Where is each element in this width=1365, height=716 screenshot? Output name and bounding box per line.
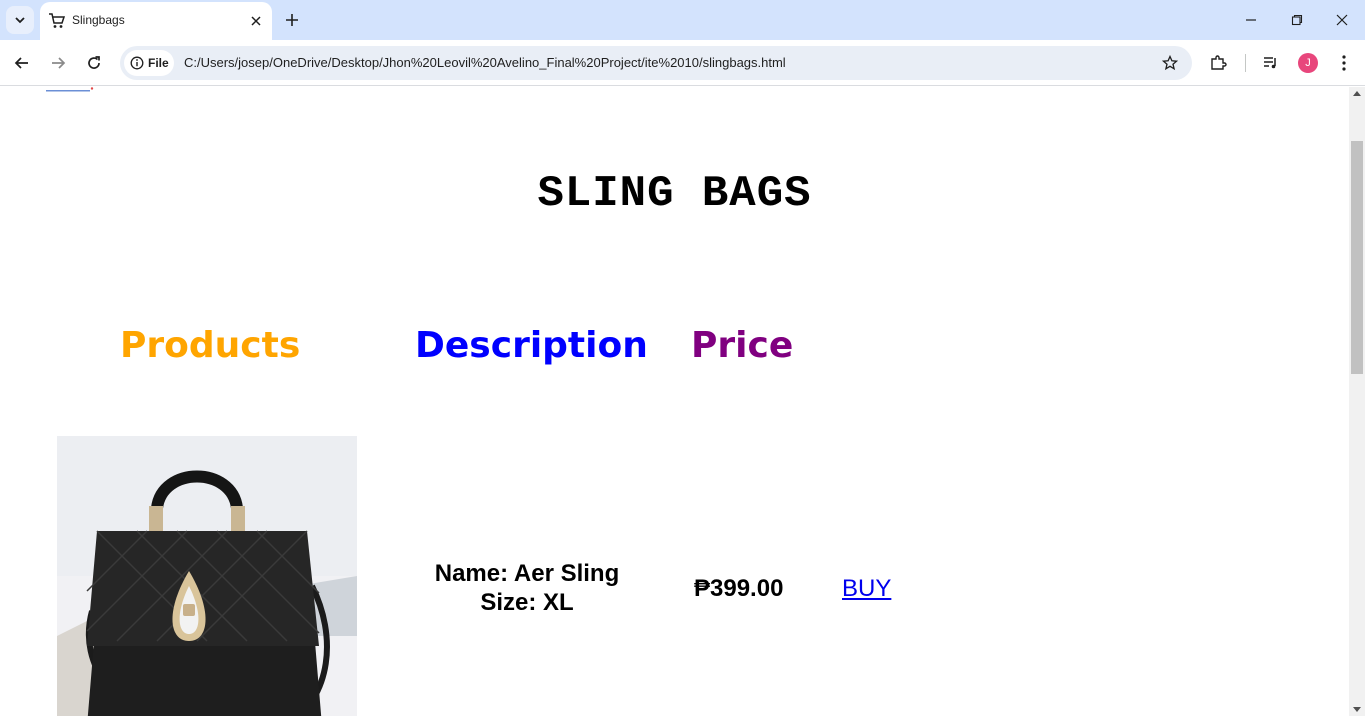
close-icon <box>1336 14 1348 26</box>
arrow-right-icon <box>52 57 66 69</box>
new-tab-button[interactable] <box>280 8 304 32</box>
page-viewport: SLING BAGS Products Description Price Na… <box>0 87 1349 716</box>
tab-search-button[interactable] <box>6 6 34 34</box>
playlist-icon <box>1264 57 1276 69</box>
profile-avatar[interactable]: J <box>1298 53 1318 73</box>
logo-fragment <box>46 87 96 95</box>
description-header: Description <box>415 325 648 366</box>
site-info-chip[interactable]: File <box>124 50 174 76</box>
scrollbar-thumb[interactable] <box>1351 141 1363 374</box>
tab-strip: Slingbags <box>0 0 1365 40</box>
forward-button[interactable] <box>43 48 73 78</box>
close-window-button[interactable] <box>1319 0 1365 40</box>
url-text[interactable]: C:/Users/josep/OneDrive/Desktop/Jhon%20L… <box>184 55 786 70</box>
price-header: Price <box>691 325 794 366</box>
arrow-left-icon <box>14 57 28 69</box>
address-bar[interactable]: File C:/Users/josep/OneDrive/Desktop/Jho… <box>120 46 1192 80</box>
tab-title: Slingbags <box>72 13 125 27</box>
minimize-button[interactable] <box>1228 0 1274 40</box>
scroll-down-arrow-icon[interactable] <box>1353 707 1361 712</box>
toolbar-divider <box>1245 54 1246 72</box>
vertical-scrollbar[interactable] <box>1349 87 1365 716</box>
reload-icon <box>88 56 100 69</box>
products-header: Products <box>120 325 301 366</box>
chip-label: File <box>148 56 169 70</box>
bookmark-button[interactable] <box>1160 53 1180 73</box>
star-icon <box>1162 55 1178 71</box>
product-description: Name: Aer Sling Size: XL <box>400 559 654 617</box>
restore-button[interactable] <box>1274 0 1320 40</box>
minimize-icon <box>1246 19 1256 21</box>
product-price: ₱399.00 <box>694 575 784 602</box>
sling-bag-illustration <box>57 436 357 716</box>
menu-button[interactable] <box>1331 50 1357 76</box>
puzzle-icon <box>1211 55 1227 70</box>
buy-link[interactable]: BUY <box>842 575 891 603</box>
media-controls-button[interactable] <box>1258 50 1284 76</box>
product-image <box>57 436 357 716</box>
page-title: SLING BAGS <box>537 169 812 219</box>
active-tab[interactable]: Slingbags <box>40 2 272 40</box>
extensions-button[interactable] <box>1205 50 1231 76</box>
scroll-up-arrow-icon[interactable] <box>1353 91 1361 96</box>
back-button[interactable] <box>7 48 37 78</box>
browser-toolbar: File C:/Users/josep/OneDrive/Desktop/Jho… <box>0 40 1365 86</box>
product-size: Size: XL <box>480 589 574 616</box>
info-icon <box>130 56 144 70</box>
reload-button[interactable] <box>79 48 109 78</box>
brand-logo <box>46 87 94 92</box>
product-name: Name: Aer Sling <box>434 560 620 587</box>
plus-icon <box>286 14 298 26</box>
restore-icon <box>1291 14 1303 26</box>
chevron-down-icon <box>15 17 25 24</box>
tab-close-button[interactable] <box>246 11 266 31</box>
more-vert-icon <box>1342 55 1346 71</box>
shopping-cart-icon <box>49 13 66 28</box>
close-icon <box>251 16 261 26</box>
